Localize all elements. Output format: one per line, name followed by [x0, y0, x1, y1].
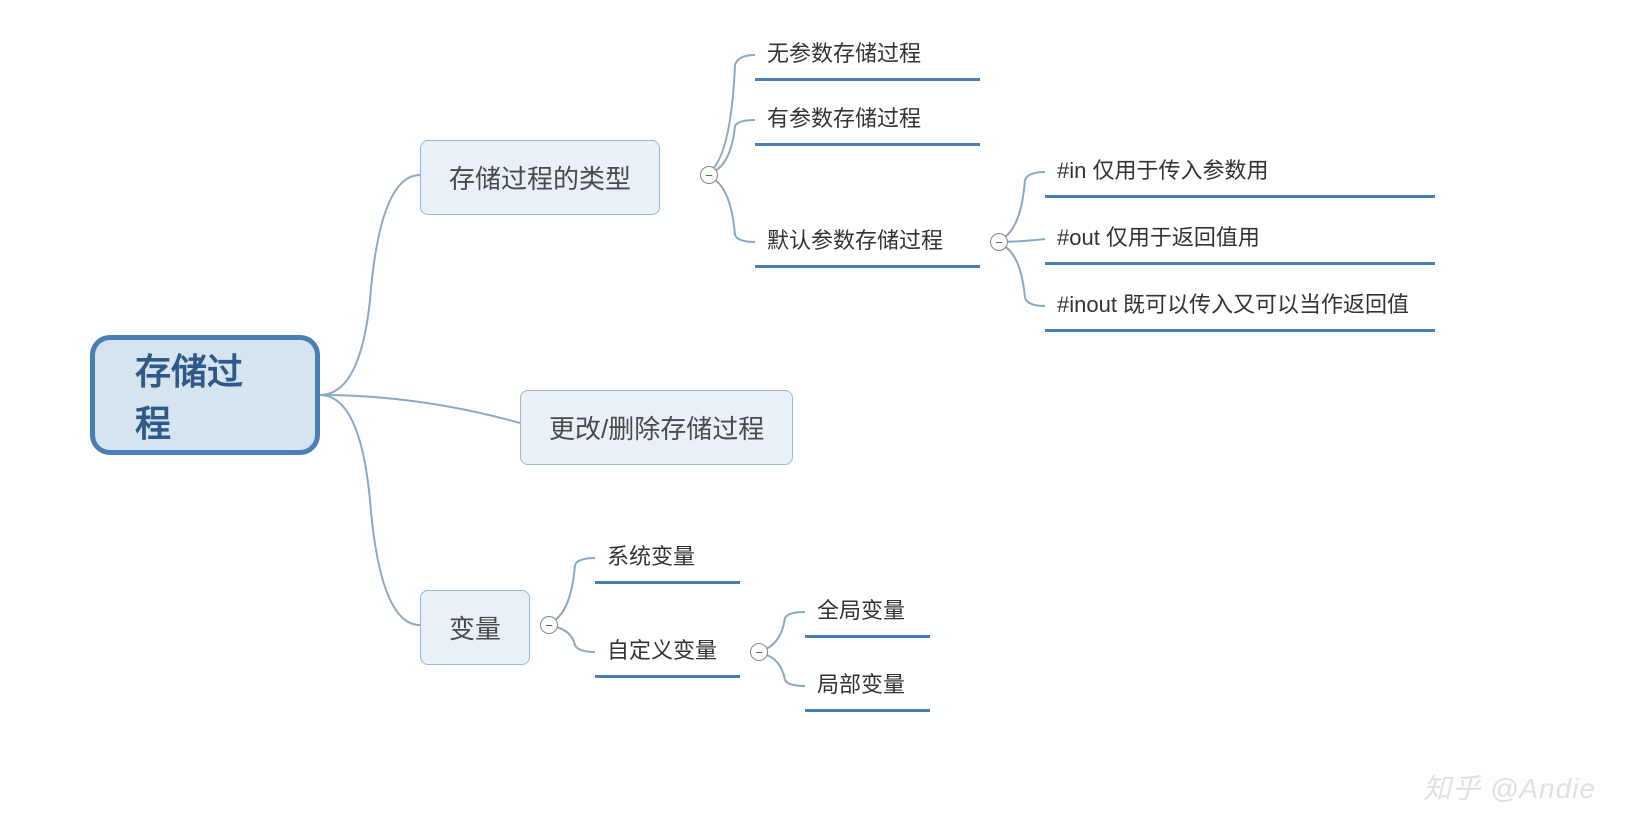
branch-modify-delete[interactable]: 更改/删除存储过程 [520, 390, 793, 465]
branch-var-label: 变量 [449, 609, 501, 646]
leaf-out[interactable]: #out 仅用于返回值用 [1045, 214, 1435, 265]
collapse-custom-var[interactable]: − [750, 643, 768, 661]
leaf-custom-var[interactable]: 自定义变量 [595, 627, 740, 678]
leaf-system-var[interactable]: 系统变量 [595, 533, 740, 584]
branch-types[interactable]: 存储过程的类型 [420, 140, 660, 215]
collapse-default-param[interactable]: − [990, 233, 1008, 251]
leaf-local-var[interactable]: 局部变量 [805, 661, 930, 712]
leaf-default-param[interactable]: 默认参数存储过程 [755, 217, 980, 268]
collapse-variables[interactable]: − [540, 616, 558, 634]
watermark: 知乎 @Andie [1423, 767, 1596, 807]
leaf-has-param[interactable]: 有参数存储过程 [755, 95, 980, 146]
leaf-inout[interactable]: #inout 既可以传入又可以当作返回值 [1045, 281, 1435, 332]
leaf-no-param[interactable]: 无参数存储过程 [755, 30, 980, 81]
leaf-in[interactable]: #in 仅用于传入参数用 [1045, 147, 1435, 198]
root-label: 存储过程 [135, 343, 275, 447]
branch-modify-label: 更改/删除存储过程 [549, 409, 764, 446]
root-node[interactable]: 存储过程 [90, 335, 320, 455]
leaf-global-var[interactable]: 全局变量 [805, 587, 930, 638]
collapse-types[interactable]: − [700, 166, 718, 184]
branch-types-label: 存储过程的类型 [449, 159, 631, 196]
branch-variables[interactable]: 变量 [420, 590, 530, 665]
